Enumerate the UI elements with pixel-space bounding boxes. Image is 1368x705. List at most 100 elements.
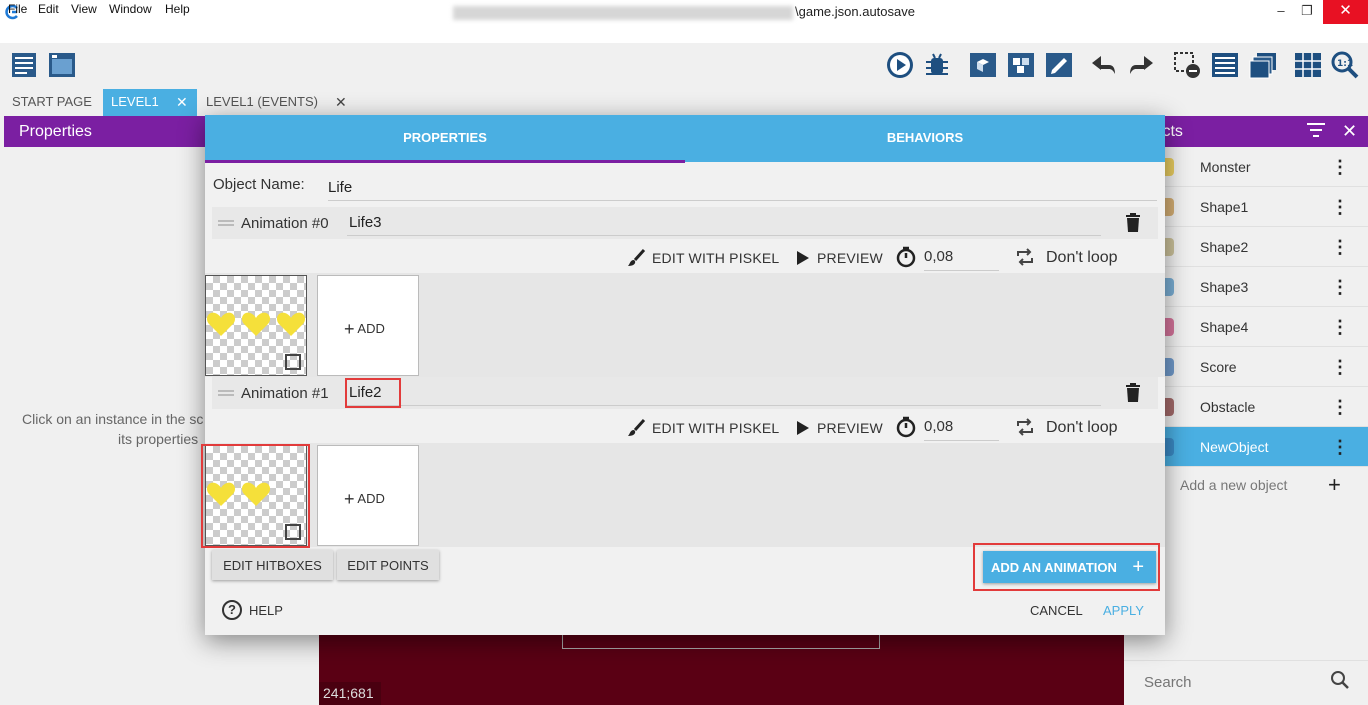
edit-with-piskel-button[interactable]: EDIT WITH PISKEL (652, 250, 779, 266)
scene-bounds (562, 633, 880, 649)
delete-animation-icon[interactable] (1125, 383, 1141, 408)
menu-window[interactable]: Window (109, 2, 152, 16)
tab-level1-events[interactable]: LEVEL1 (EVENTS) (198, 89, 326, 116)
object-label: Obstacle (1200, 399, 1256, 415)
loop-icon[interactable] (1015, 248, 1035, 271)
search-icon[interactable] (1330, 670, 1350, 695)
menu-help[interactable]: Help (165, 2, 190, 16)
tab-indicator (205, 160, 685, 163)
edit-hitboxes-button[interactable]: EDIT HITBOXES (212, 550, 333, 580)
add-animation-button[interactable]: ADD AN ANIMATION + (983, 551, 1156, 583)
animation-1-loop-label[interactable]: Don't loop (1046, 419, 1118, 437)
help-button[interactable]: HELP (249, 603, 283, 618)
preview-button[interactable]: PREVIEW (817, 420, 883, 436)
animation-1-duration-input[interactable] (924, 413, 999, 441)
filter-icon[interactable] (1306, 122, 1326, 143)
plus-icon: + (1132, 556, 1144, 578)
tab-level1-label: LEVEL1 (111, 94, 159, 109)
instances-list-icon[interactable] (1210, 50, 1240, 80)
delete-animation-icon[interactable] (1125, 213, 1141, 238)
scene-window-icon[interactable] (47, 50, 77, 80)
debug-icon[interactable] (922, 50, 952, 80)
heart-image (241, 311, 271, 337)
apply-button[interactable]: APPLY (1103, 603, 1144, 618)
more-vert-icon[interactable]: ⋮ (1331, 277, 1349, 298)
properties-panel-title: Properties (19, 123, 92, 140)
add-object-label[interactable]: Add a new object (1180, 477, 1287, 493)
tab-properties[interactable]: PROPERTIES (205, 130, 685, 145)
drag-handle-icon[interactable] (218, 390, 234, 396)
drag-handle-icon[interactable] (218, 220, 234, 226)
layers-icon[interactable] (1248, 50, 1278, 80)
brush-icon (626, 248, 646, 273)
object-label: Shape4 (1200, 319, 1249, 335)
animation-0-loop-label[interactable]: Don't loop (1046, 249, 1118, 267)
plus-icon: + (344, 319, 355, 339)
search-input[interactable] (1144, 672, 1314, 692)
object-label: Shape3 (1200, 279, 1249, 295)
animation-1-label: Animation #1 (241, 385, 329, 402)
play-arrow-icon (796, 250, 810, 271)
plus-icon: + (344, 489, 355, 509)
cancel-button[interactable]: CANCEL (1030, 603, 1083, 618)
add-object-plus-icon[interactable]: + (1328, 472, 1341, 498)
menu-view[interactable]: View (71, 2, 97, 16)
loop-icon[interactable] (1015, 418, 1035, 441)
toolbar (0, 43, 1368, 89)
add-animation-label: ADD AN ANIMATION (991, 559, 1117, 575)
more-vert-icon[interactable]: ⋮ (1331, 317, 1349, 338)
play-icon[interactable] (885, 50, 915, 80)
object-name-label: Object Name: (213, 176, 305, 193)
close-panel-icon[interactable]: ✕ (1342, 121, 1357, 142)
preview-button[interactable]: PREVIEW (817, 250, 883, 266)
tab-level1-events-close-icon[interactable]: ✕ (335, 94, 347, 111)
timer-icon (895, 416, 917, 443)
timer-icon (895, 246, 917, 273)
highlight-box (345, 378, 401, 408)
grid-icon[interactable] (1293, 50, 1323, 80)
add-frame-button[interactable]: + ADD (317, 275, 419, 376)
svg-text:1:1: 1:1 (1337, 59, 1353, 69)
heart-image (206, 311, 236, 337)
animation-1-name-input[interactable] (347, 380, 1101, 406)
edit-points-button[interactable]: EDIT POINTS (337, 550, 439, 580)
menu-file[interactable]: File (8, 2, 27, 16)
blurred-path (453, 5, 794, 20)
more-vert-icon[interactable]: ⋮ (1331, 397, 1349, 418)
tab-start-page[interactable]: START PAGE (4, 89, 100, 116)
window-title-text: \game.json.autosave (795, 4, 915, 19)
more-vert-icon[interactable]: ⋮ (1331, 437, 1349, 458)
more-vert-icon[interactable]: ⋮ (1331, 157, 1349, 178)
undo-icon[interactable] (1089, 50, 1119, 80)
object-label: Shape2 (1200, 239, 1249, 255)
add-frame-button[interactable]: + ADD (317, 445, 419, 546)
properties-edit-icon[interactable] (1044, 50, 1074, 80)
close-window-button[interactable]: ✕ (1323, 0, 1368, 24)
heart-image (276, 311, 306, 337)
help-icon[interactable]: ? (222, 600, 242, 620)
more-vert-icon[interactable]: ⋮ (1331, 197, 1349, 218)
menu-edit[interactable]: Edit (38, 2, 59, 16)
add-frame-label: + ADD (344, 489, 385, 510)
tab-level1-close-icon[interactable]: ✕ (176, 94, 188, 111)
maximize-button[interactable]: ❐ (1292, 0, 1322, 24)
animation-0-label: Animation #0 (241, 215, 329, 232)
highlight-box (201, 444, 310, 548)
more-vert-icon[interactable]: ⋮ (1331, 357, 1349, 378)
project-manager-icon[interactable] (10, 50, 40, 80)
object-name-input[interactable] (328, 174, 1157, 201)
object-label: Score (1200, 359, 1237, 375)
object-groups-icon[interactable] (1006, 50, 1036, 80)
zoom-reset-icon[interactable]: 1:1 (1330, 50, 1360, 80)
delete-selection-icon[interactable] (1172, 50, 1202, 80)
frame-select-checkbox[interactable] (285, 354, 301, 370)
tab-behaviors[interactable]: BEHAVIORS (685, 130, 1165, 145)
animation-0-duration-input[interactable] (924, 243, 999, 271)
redo-icon[interactable] (1126, 50, 1156, 80)
object-edit-icon[interactable] (968, 50, 998, 80)
object-label: NewObject (1200, 439, 1269, 455)
animation-0-name-input[interactable] (347, 210, 1101, 236)
play-arrow-icon (796, 420, 810, 441)
more-vert-icon[interactable]: ⋮ (1331, 237, 1349, 258)
edit-with-piskel-button[interactable]: EDIT WITH PISKEL (652, 420, 779, 436)
